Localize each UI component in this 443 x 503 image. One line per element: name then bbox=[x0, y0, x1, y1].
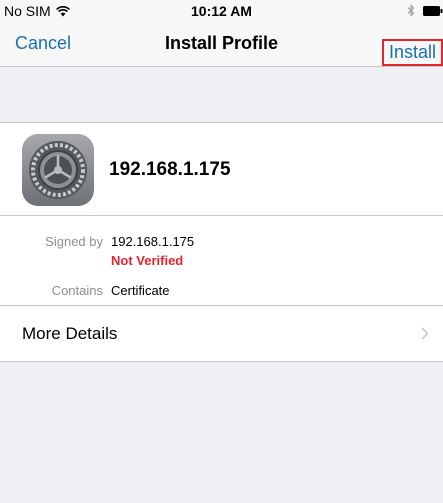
profile-name: 192.168.1.175 bbox=[109, 159, 231, 180]
chevron-right-icon bbox=[421, 327, 429, 340]
signed-by-label: Signed by bbox=[45, 234, 103, 249]
profile-details: Signed by 192.168.1.175 Not Verified Con… bbox=[0, 216, 443, 306]
more-details-label: More Details bbox=[22, 324, 118, 343]
contains-value: Certificate bbox=[111, 283, 170, 298]
navigation-bar: Cancel Install Profile Install bbox=[0, 22, 443, 67]
contains-label: Contains bbox=[51, 283, 103, 298]
page-title: Install Profile bbox=[164, 33, 279, 53]
status-bar: No SIM 10:12 AM bbox=[0, 0, 443, 22]
right-status-icons bbox=[407, 4, 443, 17]
battery-icon bbox=[423, 5, 443, 16]
install-button[interactable]: Install bbox=[381, 39, 443, 66]
profile-header: 192.168.1.175 bbox=[0, 123, 443, 216]
signed-by-value: 192.168.1.175 bbox=[111, 234, 195, 249]
profile-card: 192.168.1.175 Signed by 192.168.1.175 No… bbox=[0, 122, 443, 362]
bluetooth-icon bbox=[407, 4, 415, 17]
more-details-row[interactable]: More Details bbox=[0, 306, 443, 361]
status-time: 10:12 AM bbox=[191, 3, 252, 19]
settings-gear-icon bbox=[22, 134, 94, 206]
verification-status: Not Verified bbox=[111, 253, 184, 268]
